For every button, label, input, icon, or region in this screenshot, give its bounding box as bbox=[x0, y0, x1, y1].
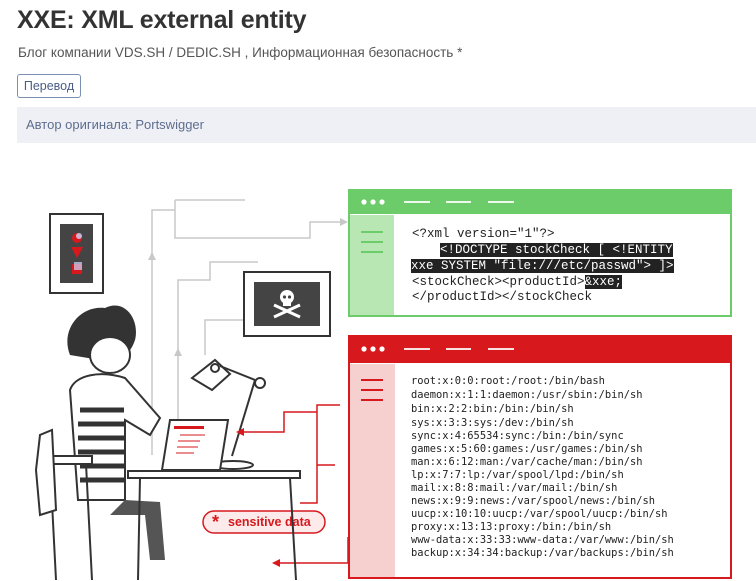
response-line: uucp:x:10:10:uucp:/var/spool/uucp:/bin/s… bbox=[411, 508, 668, 520]
response-line: lp:x:7:7:lp:/var/spool/lpd:/bin/sh bbox=[411, 469, 624, 481]
skull-picture bbox=[243, 271, 331, 337]
xxe-illustration: * sensitive data bbox=[34, 189, 732, 581]
response-line: daemon:x:1:1:daemon:/usr/sbin:/bin/sh bbox=[411, 389, 643, 401]
svg-text:*: * bbox=[212, 512, 219, 532]
laptop bbox=[160, 419, 230, 471]
article-title: XXE: XML external entity bbox=[17, 6, 307, 34]
sensitive-data-label: sensitive data bbox=[228, 515, 312, 529]
request-line-1: <?xml version="1"?> bbox=[412, 227, 555, 241]
request-line-4: <stockCheck><productId>&xxe; bbox=[412, 275, 623, 289]
response-line: root:x:0:0:root:/root:/bin/bash bbox=[411, 375, 605, 387]
response-line: sync:x:4:65534:sync:/bin:/bin/sync bbox=[411, 430, 624, 442]
response-line: man:x:6:12:man:/var/cache/man:/bin/sh bbox=[411, 456, 643, 468]
hubs-link[interactable]: Блог компании VDS.SH / DEDIC.SH , Информ… bbox=[18, 45, 462, 60]
article-hubs: Блог компании VDS.SH / DEDIC.SH , Информ… bbox=[18, 45, 462, 60]
shapes-picture bbox=[49, 213, 104, 294]
response-line: backup:x:34:34:backup:/var/backups:/bin/… bbox=[411, 547, 674, 559]
hacker-person bbox=[34, 305, 165, 581]
response-line: www-data:x:33:33:www-data:/var/www:/bin/… bbox=[411, 534, 674, 546]
request-line-5: </productId></stockCheck bbox=[412, 290, 593, 304]
original-author-bar: Автор оригинала: Portswigger bbox=[17, 107, 756, 143]
translate-button[interactable]: Перевод bbox=[17, 74, 81, 98]
sensitive-data-badge: * sensitive data bbox=[202, 510, 326, 534]
response-line: mail:x:8:8:mail:/var/mail:/bin/sh bbox=[411, 482, 618, 494]
response-line: games:x:5:60:games:/usr/games:/bin/sh bbox=[411, 443, 643, 455]
request-line-3: xxe SYSTEM "file:///etc/passwd"> ]> bbox=[411, 259, 674, 273]
response-line: sys:x:3:3:sys:/dev:/bin/sh bbox=[411, 417, 574, 429]
response-line: bin:x:2:2:bin:/bin:/bin/sh bbox=[411, 403, 574, 415]
data-flow-lines bbox=[244, 404, 349, 564]
response-line: news:x:9:9:news:/var/spool/news:/bin/sh bbox=[411, 495, 655, 507]
request-line-4-tags: <stockCheck><productId> bbox=[412, 275, 585, 289]
xxe-entity-ref: &xxe; bbox=[584, 275, 623, 289]
response-line: proxy:x:13:13:proxy:/bin:/bin/sh bbox=[411, 521, 612, 533]
request-line-2: <!DOCTYPE stockCheck [ <!ENTITY bbox=[440, 243, 673, 257]
